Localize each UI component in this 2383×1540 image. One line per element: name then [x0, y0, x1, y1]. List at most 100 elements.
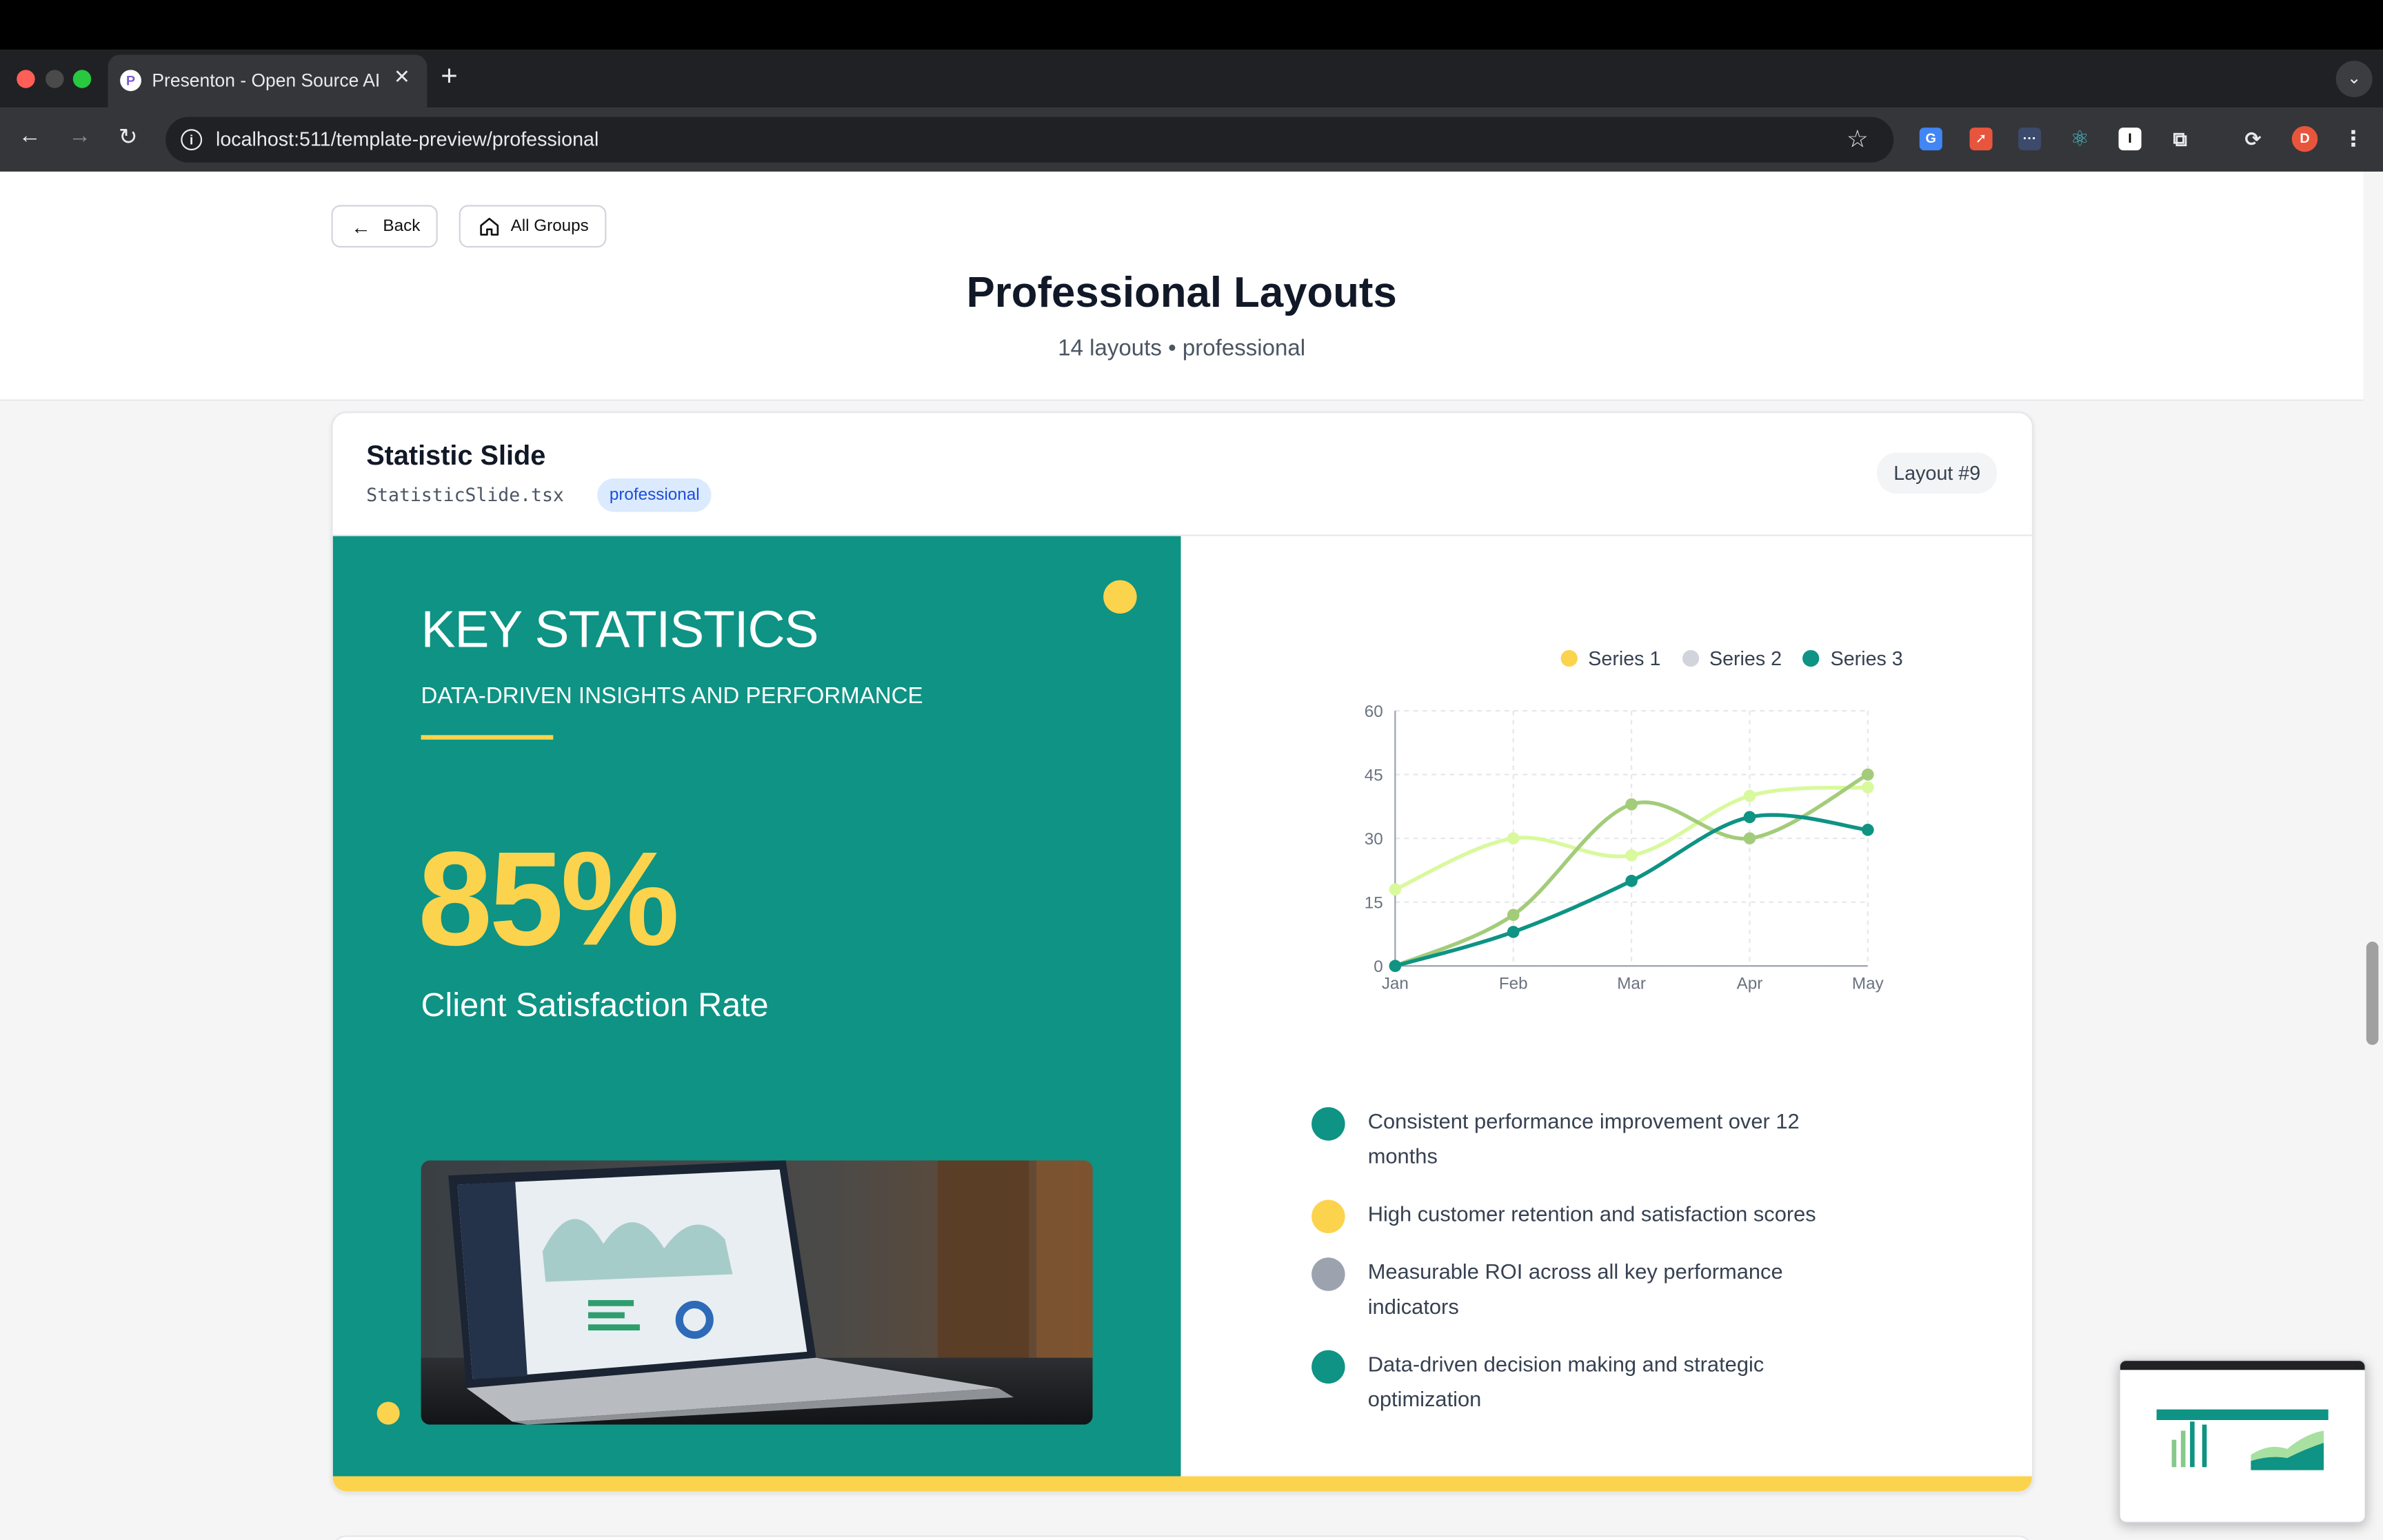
minimize-window-button[interactable] — [46, 70, 64, 88]
page-content: ← Back All Groups Professional Layouts 1… — [0, 171, 2383, 1540]
laptop-image — [421, 1160, 1093, 1425]
page-scrollbar-thumb[interactable] — [2366, 941, 2379, 1045]
bullet-text: Consistent performance improvement over … — [1367, 1108, 1800, 1168]
data-point — [1625, 798, 1638, 811]
group-tag: professional — [597, 478, 712, 512]
home-icon — [479, 216, 500, 237]
thumb-bar — [2202, 1424, 2207, 1468]
minimized-preview-thumbnail[interactable] — [2118, 1359, 2366, 1523]
thumb-browser-bar — [2120, 1361, 2365, 1370]
back-button-label: Back — [383, 217, 421, 236]
page-header: ← Back All Groups Professional Layouts 1… — [0, 171, 2364, 401]
data-point — [1507, 909, 1520, 922]
browser-tab-active[interactable]: P Presenton - Open Source AI p ✕ — [108, 54, 428, 108]
data-point — [1743, 832, 1756, 844]
data-point — [1743, 811, 1756, 824]
performance-icon[interactable]: ⟳ — [2242, 128, 2264, 150]
layout-number-badge: Layout #9 — [1877, 452, 1998, 494]
series-line — [1394, 813, 1869, 968]
data-point — [1389, 883, 1402, 896]
y-tick-label: 45 — [1365, 766, 1383, 784]
thumb-bar — [2171, 1439, 2177, 1468]
y-tick-label: 30 — [1365, 830, 1383, 849]
bullet-list: Consistent performance improvement over … — [1311, 1104, 1858, 1440]
all-groups-button[interactable]: All Groups — [459, 205, 607, 248]
tab-search-chevron-icon[interactable]: ⌄ — [2335, 61, 2373, 98]
translate-extension-icon[interactable]: G — [1919, 128, 1942, 151]
layout-card: Statistic Slide StatisticSlide.tsx profe… — [331, 412, 2034, 1493]
new-tab-icon[interactable]: + — [441, 61, 457, 94]
x-tick-label: May — [1852, 974, 1884, 993]
thumb-area-chart — [2251, 1430, 2324, 1470]
screen-top-bar — [0, 0, 2383, 50]
layout-title: Statistic Slide — [366, 440, 546, 471]
bullet-text: High customer retention and satisfaction… — [1367, 1201, 1816, 1226]
layout-filename: StatisticSlide.tsx — [366, 484, 564, 506]
close-window-button[interactable] — [17, 70, 35, 88]
url-text[interactable]: localhost:511/template-preview/professio… — [216, 128, 599, 150]
x-tick-label: Jan — [1382, 974, 1409, 993]
favicon-icon: P — [120, 70, 141, 92]
data-point — [1507, 832, 1520, 844]
slide-preview: KEY STATISTICS DATA-DRIVEN INSIGHTS AND … — [332, 536, 2032, 1492]
thumb-bar — [2190, 1421, 2195, 1468]
stat-value: 85% — [418, 823, 679, 974]
i-extension-icon[interactable]: I — [2118, 128, 2142, 151]
data-point — [1625, 849, 1638, 862]
data-point — [1862, 781, 1874, 793]
thumb-slide-header — [2156, 1409, 2329, 1420]
data-point — [1862, 824, 1874, 836]
bullet-item: Data-driven decision making and strategi… — [1311, 1347, 1858, 1417]
bullet-text: Data-driven decision making and strategi… — [1367, 1351, 1764, 1411]
y-tick-label: 60 — [1365, 702, 1383, 721]
back-button[interactable]: ← Back — [331, 205, 438, 248]
slide-subtitle: DATA-DRIVEN INSIGHTS AND PERFORMANCE — [421, 683, 923, 709]
decorative-dot — [376, 1401, 400, 1425]
page-title: Professional Layouts — [966, 268, 1397, 316]
data-point — [1625, 875, 1638, 887]
bullet-item: High customer retention and satisfaction… — [1311, 1197, 1858, 1233]
stat-label: Client Satisfaction Rate — [421, 985, 769, 1024]
bullet-dot — [1311, 1257, 1345, 1291]
site-info-icon[interactable]: i — [181, 129, 203, 151]
maximize-window-button[interactable] — [72, 70, 92, 88]
slide-bottom-strip — [332, 1476, 2032, 1492]
next-layout-card — [331, 1535, 2034, 1540]
dots-extension-icon[interactable]: ··· — [2018, 128, 2042, 151]
arrow-left-icon: ← — [351, 214, 371, 238]
bullet-dot — [1311, 1199, 1345, 1233]
data-point — [1507, 926, 1520, 938]
slide-title: KEY STATISTICS — [421, 601, 819, 660]
x-tick-label: Mar — [1617, 974, 1646, 993]
bullet-text: Measurable ROI across all key performanc… — [1367, 1259, 1783, 1319]
address-bar[interactable]: i localhost:511/template-preview/profess… — [165, 116, 1894, 163]
back-arrow-icon[interactable]: ← — [18, 123, 41, 148]
decorative-dot — [1103, 580, 1137, 614]
forward-arrow-icon[interactable]: → — [68, 123, 91, 148]
line-chart: 0 15 30 45 60 Jan Feb Mar Apr May — [1365, 702, 1884, 993]
x-tick-label: Feb — [1499, 974, 1528, 993]
x-tick-label: Apr — [1737, 974, 1763, 993]
data-point — [1862, 768, 1874, 781]
close-tab-icon[interactable]: ✕ — [394, 65, 410, 90]
browser-menu-icon[interactable]: ⋮ — [2342, 127, 2365, 150]
reload-icon[interactable]: ↻ — [119, 123, 138, 150]
react-extension-icon[interactable]: ⚛ — [2069, 127, 2091, 150]
slide-left-panel: KEY STATISTICS DATA-DRIVEN INSIGHTS AND … — [332, 536, 1181, 1477]
profile-avatar[interactable]: D — [2291, 125, 2318, 152]
bullet-dot — [1311, 1107, 1345, 1141]
browser-toolbar: ← → ↻ i localhost:511/template-preview/p… — [0, 108, 2383, 172]
tab-title: Presenton - Open Source AI p — [152, 70, 383, 92]
rocket-extension-icon[interactable]: ➚ — [1969, 128, 1993, 151]
bookmark-star-icon[interactable]: ☆ — [1847, 125, 1869, 155]
page-subtitle: 14 layouts • professional — [1058, 335, 1306, 362]
data-point — [1743, 789, 1756, 802]
slide-right-panel: Series 1 Series 2 Series 3 0 15 30 45 60 Jan F… — [1180, 536, 2032, 1477]
bullet-item: Measurable ROI across all key performanc… — [1311, 1255, 1858, 1324]
bullet-dot — [1311, 1350, 1345, 1384]
bullet-item: Consistent performance improvement over … — [1311, 1104, 1858, 1174]
all-groups-label: All Groups — [510, 217, 589, 236]
extensions-puzzle-icon[interactable]: ⧉ — [2169, 128, 2191, 150]
y-tick-label: 0 — [1374, 958, 1382, 976]
thumb-bar — [2180, 1430, 2186, 1468]
